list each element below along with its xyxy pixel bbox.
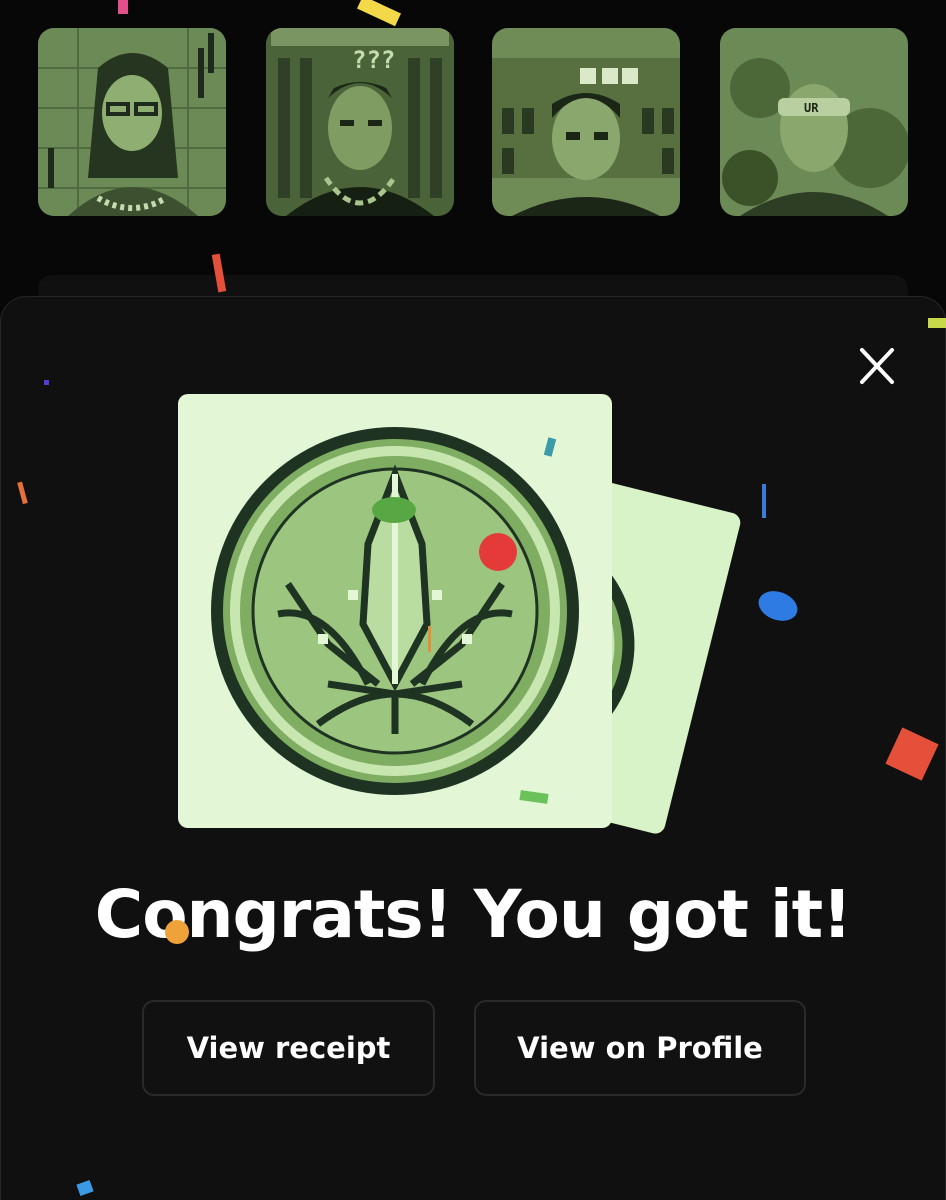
reward-card-front[interactable] — [178, 394, 612, 828]
view-on-profile-button[interactable]: View on Profile — [474, 1000, 806, 1096]
nft-grid: ??? UR — [38, 28, 910, 218]
svg-text:???: ??? — [352, 46, 395, 74]
confetti-piece — [357, 0, 401, 27]
pixel-portrait-visor-icon: UR — [720, 28, 908, 216]
nft-thumbnail-1[interactable] — [38, 28, 226, 216]
nft-thumbnail-4[interactable]: UR — [720, 28, 908, 216]
close-button[interactable] — [852, 346, 902, 386]
nft-thumbnail-2[interactable]: ??? — [266, 28, 454, 216]
view-on-profile-label: View on Profile — [517, 1031, 763, 1065]
pixel-portrait-glasses-icon — [38, 28, 226, 216]
pixel-leaf-coin-icon — [211, 427, 579, 795]
pixel-portrait-skulls-icon — [492, 28, 680, 216]
mint-success-screen: ??? UR Congrats! You got it! View receip… — [0, 0, 946, 1200]
view-receipt-button[interactable]: View receipt — [142, 1000, 435, 1096]
congrats-headline: Congrats! You got it! — [94, 876, 852, 953]
pixel-portrait-chain-icon: ??? — [266, 28, 454, 216]
svg-text:UR: UR — [804, 101, 819, 115]
view-receipt-label: View receipt — [186, 1031, 391, 1065]
close-icon — [860, 348, 894, 384]
confetti-piece — [118, 0, 128, 14]
nft-thumbnail-3[interactable] — [492, 28, 680, 216]
